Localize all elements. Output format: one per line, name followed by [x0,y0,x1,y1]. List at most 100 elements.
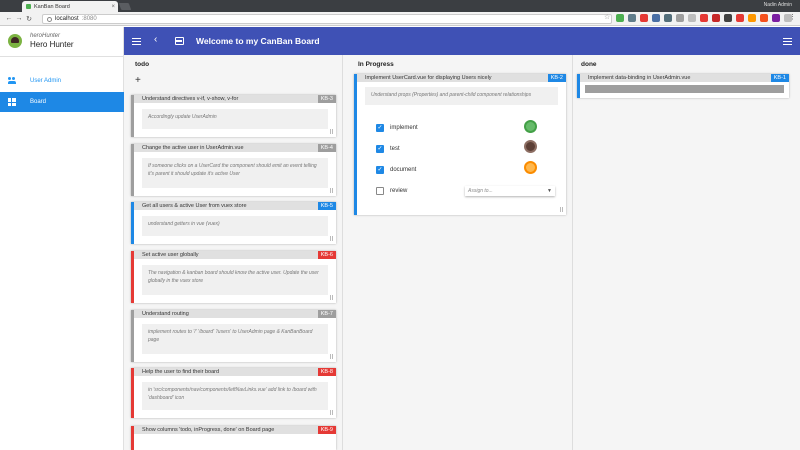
back-arrow-icon[interactable]: ← [4,15,14,22]
card-title: Help the user to find their board [142,369,220,375]
menu-icon[interactable] [132,38,141,45]
card[interactable]: Understand directives v-if, v-show, v-fo… [131,95,336,137]
extension-icon[interactable] [700,14,708,22]
checkbox[interactable]: ✓ [376,145,384,153]
card-id-badge: KB-1 [770,74,789,82]
forward-arrow-icon[interactable]: → [14,15,24,22]
card-title: Change the active user in UserAdmin.vue [142,145,244,151]
browser-menu-icon[interactable]: ⋮ [789,13,796,21]
card-title: Set active user globally [142,252,199,258]
avatar[interactable] [524,120,537,133]
kanban-app: heroHunter Hero Hunter User Admin Board … [0,27,800,450]
resize-handle[interactable] [330,236,333,241]
extension-icon[interactable] [712,14,720,22]
resize-handle[interactable] [330,410,333,415]
address-bar[interactable]: localhost:8080 [42,14,612,24]
card[interactable]: Show columns 'todo, inProgress, done' on… [131,426,336,450]
resize-handle[interactable] [330,354,333,359]
dashboard-icon [8,98,16,106]
extension-icon[interactable] [760,14,768,22]
task-row[interactable]: review [376,187,407,195]
extension-icon[interactable] [616,14,624,22]
card-header: Get all users & active User from vuex st… [134,202,336,210]
extension-icon[interactable] [688,14,696,22]
kanban-board: todo + Understand directives v-if, v-sho… [124,55,800,450]
card-header: Change the active user in UserAdmin.vue K… [134,144,336,152]
resize-handle[interactable] [330,295,333,300]
extension-icon[interactable] [664,14,672,22]
chevron-left-icon[interactable]: ‹ [154,34,157,45]
extension-icon[interactable] [736,14,744,22]
checkbox[interactable]: ✓ [376,124,384,132]
extension-icon[interactable] [652,14,660,22]
card[interactable]: Change the active user in UserAdmin.vue K… [131,144,336,196]
task-row[interactable]: ✓ test [376,145,400,153]
card[interactable]: Help the user to find their board KB-8 in … [131,368,336,418]
new-tab-button[interactable] [118,3,132,10]
add-card-button[interactable]: + [135,75,141,86]
nav-item-user-admin[interactable]: User Admin [0,71,124,91]
card-id-badge: KB-2 [547,74,566,82]
extension-icon[interactable] [640,14,648,22]
card-description[interactable] [585,85,784,93]
card-header: Show columns 'todo, inProgress, done' on… [134,426,336,434]
card[interactable]: Set active user globally KB-6 The navigati… [131,251,336,303]
card-title: Implement UserCard.vue for displaying Us… [365,75,492,81]
favicon-icon [26,4,31,9]
column-in-progress: In Progress Implement UserCard.vue for d… [346,55,572,450]
resize-handle[interactable] [330,129,333,134]
resize-handle[interactable] [560,207,563,212]
card-id-badge: KB-3 [317,95,336,103]
card-description[interactable]: Accordingly update UserAdmin [142,109,328,129]
avatar[interactable] [524,161,537,174]
card-id-badge: KB-9 [317,426,336,434]
browser-tab[interactable]: KanBan Board × [22,1,118,12]
user-name: Hero Hunter [30,40,74,49]
extension-icon[interactable] [676,14,684,22]
task-row[interactable]: ✓ document [376,166,416,174]
avatar [8,34,22,48]
card-header: Implement data-binding in UserAdmin.vue … [580,74,789,82]
close-icon[interactable]: × [111,4,115,10]
extension-icon[interactable] [772,14,780,22]
chevron-down-icon[interactable]: ▼ [547,186,552,196]
card-description[interactable]: The navigation & kanban board should kno… [142,265,328,295]
tab-title: KanBan Board [34,3,70,10]
card-header: Understand routing KB-7 [134,310,336,318]
card-header: Implement UserCard.vue for displaying Us… [357,74,566,82]
user-panel[interactable]: heroHunter Hero Hunter [0,27,124,57]
extensions-bar [616,14,792,22]
task-label: review [390,188,408,194]
menu-icon[interactable] [783,38,792,45]
card-description[interactable]: in 'src/components/nav/components/leftNa… [142,382,328,410]
browser-tab-strip: KanBan Board × Nadin Admin [0,0,800,12]
card-description[interactable]: Understand props (Properties) and parent… [365,87,558,105]
card[interactable]: Get all users & active User from vuex st… [131,202,336,244]
bookmark-star-icon[interactable]: ☆ [604,13,610,21]
card-description[interactable]: implement routes to '/' '/board' '/users… [142,324,328,354]
card[interactable]: Implement UserCard.vue for displaying Us… [354,74,566,215]
checkbox[interactable]: ✓ [376,166,384,174]
reload-icon[interactable]: ↻ [24,15,34,23]
assign-select[interactable]: Assign to... ▼ [465,186,555,196]
card-id-badge: KB-8 [317,368,336,376]
extension-icon[interactable] [748,14,756,22]
card-title: Implement data-binding in UserAdmin.vue [588,75,691,81]
card-header: Set active user globally KB-6 [134,251,336,259]
card[interactable]: Implement data-binding in UserAdmin.vue … [577,74,789,98]
card-description[interactable]: understand getters in vue (vuex) [142,216,328,236]
card-header: Help the user to find their board KB-8 [134,368,336,376]
info-icon[interactable] [47,16,52,22]
card-description[interactable]: If someone clicks on a UserCard the comp… [142,158,328,188]
card-title: Show columns 'todo, inProgress, done' on… [142,427,275,433]
card[interactable]: Understand routing KB-7 implement routes t… [131,310,336,362]
checkbox[interactable] [376,187,384,195]
browser-profile[interactable]: Nadin Admin [764,2,792,8]
nav-item-board[interactable]: Board [0,92,124,112]
extension-icon[interactable] [628,14,636,22]
task-row[interactable]: ✓ implement [376,124,418,132]
url-host: localhost [55,16,79,22]
extension-icon[interactable] [724,14,732,22]
resize-handle[interactable] [330,188,333,193]
avatar[interactable] [524,140,537,153]
